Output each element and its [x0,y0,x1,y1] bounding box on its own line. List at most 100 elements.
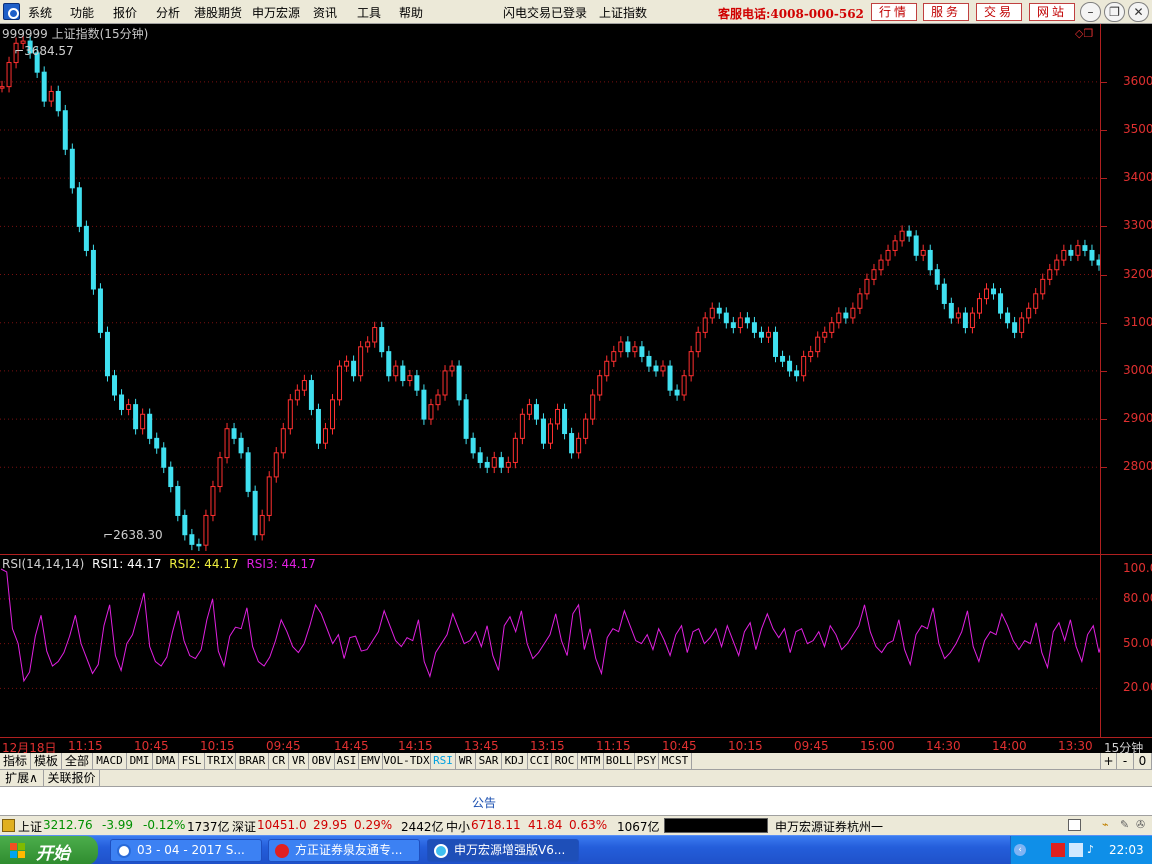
price-candle [69,148,75,189]
price-candle [133,404,139,430]
price-candle [245,452,251,492]
restore-icon[interactable]: ❐ [1104,2,1125,22]
price-candle [203,514,209,546]
task-window-3[interactable]: 申万宏源增强版V6... [427,839,579,862]
tray-expand-icon[interactable]: ‹ [1014,844,1026,856]
chart-title: 999999 上证指数(15分钟) [2,27,149,41]
related-quote-tab[interactable]: 关联报价 [44,770,100,787]
price-candle [477,452,483,463]
price-candle [885,249,891,261]
zoom-in-button[interactable]: + [1100,753,1117,770]
y-axis-tick [1101,322,1107,324]
indicator-tab-trix[interactable]: TRIX [205,753,236,770]
indicator-tab-boll[interactable]: BOLL [604,753,635,770]
market-button[interactable]: 行情 [871,3,917,21]
tray-volume-icon[interactable]: ♪ [1087,843,1101,857]
indicator-tab-asi[interactable]: ASI [335,753,359,770]
zx-amount: 1067亿 [617,820,660,834]
tab-template[interactable]: 模板 [31,753,62,770]
trade-button[interactable]: 交易 [976,3,1022,21]
tab-all[interactable]: 全部 [62,753,93,770]
menu-function[interactable]: 功能 [70,4,94,21]
price-candle [913,235,919,256]
price-candle [611,351,617,362]
close-icon[interactable]: ✕ [1128,2,1149,22]
zx-value: 6718.11 [471,818,521,832]
tray-app-icon[interactable] [1051,843,1065,857]
menu-system[interactable]: 系统 [28,4,52,21]
indicator-tab-cr[interactable]: CR [269,753,289,770]
menu-help[interactable]: 帮助 [399,4,423,21]
indicator-tab-vol-tdx[interactable]: VOL-TDX [383,753,431,770]
tab-indicator[interactable]: 指标 [0,753,31,770]
price-candle [583,418,589,439]
reset-button[interactable]: 0 [1134,753,1152,770]
x-axis-label: 10:45 [134,739,169,753]
y-axis-label: 3300 [1123,218,1152,233]
menu-tools[interactable]: 工具 [357,4,381,21]
indicator-tab-macd[interactable]: MACD [93,753,127,770]
price-candle [1089,249,1095,261]
high-marker: ⌐3684.57 [14,44,74,58]
expand-tab[interactable]: 扩展∧ [0,770,44,787]
indicator-tab-brar[interactable]: BRAR [236,753,269,770]
indicator-tab-dmi[interactable]: DMI [127,753,153,770]
chart-corner-icons[interactable]: ◇❐ [1075,27,1093,40]
task-window-1[interactable]: 03 - 04 - 2017 S... [110,839,262,862]
price-candle [519,413,525,439]
price-candle [498,457,504,468]
indicator-tab-mcst[interactable]: MCST [659,753,692,770]
app-logo-icon[interactable] [3,3,20,20]
indicator-tab-psy[interactable]: PSY [635,753,659,770]
service-button[interactable]: 服务 [923,3,969,21]
price-candle [154,437,160,449]
menu-quote[interactable]: 报价 [113,4,137,21]
indicator-tab-obv[interactable]: OBV [309,753,335,770]
indicator-tab-roc[interactable]: ROC [552,753,578,770]
indicator-tab-mtm[interactable]: MTM [578,753,604,770]
zoom-out-button[interactable]: - [1117,753,1134,770]
price-candle [372,327,378,343]
price-candle [97,288,103,333]
menu-hk-futures[interactable]: 港股期货 [194,4,242,21]
price-candle [976,298,982,314]
price-chart-panel[interactable] [0,24,1102,554]
price-candle [484,461,490,468]
status-bar: 上证 3212.76 -3.99 -0.12% 1737亿 深证 10451.0… [0,815,1152,835]
sh-amount: 1737亿 [187,820,230,834]
tools-icon[interactable]: ✎ [1120,818,1134,832]
status-lock-icon[interactable] [2,819,15,832]
menu-news[interactable]: 资讯 [313,4,337,21]
low-marker: ⌐2638.30 [103,528,163,542]
website-button[interactable]: 网站 [1029,3,1075,21]
indicator-tab-rsi[interactable]: RSI [431,753,456,770]
price-candle [119,394,125,410]
x-axis-label: 15:00 [860,739,895,753]
y-axis: 3600 3500 3400 3300 3200 3100 3000 2900 2800 100.… [1100,24,1152,737]
antenna-icon[interactable]: ⌁ [1102,818,1116,832]
rsi-axis-label: 20.00 [1123,680,1152,695]
indicator-tab-cci[interactable]: CCI [528,753,552,770]
menu-swhy[interactable]: 申万宏源 [252,4,300,21]
indicator-tab-vr[interactable]: VR [289,753,309,770]
price-candle [653,365,659,372]
indicator-tab-emv[interactable]: EMV [359,753,383,770]
indicator-tab-fsl[interactable]: FSL [179,753,205,770]
notice-label[interactable]: 公告 [472,794,496,811]
price-candle [407,375,413,382]
message-icon[interactable] [1068,819,1081,831]
minimize-icon[interactable]: – [1080,2,1101,22]
indicator-tab-wr[interactable]: WR [456,753,476,770]
rsi-panel[interactable] [0,555,1106,737]
y-axis-tick [1101,370,1107,372]
indicator-tab-kdj[interactable]: KDJ [502,753,528,770]
tray-network-icon[interactable] [1069,843,1083,857]
indicator-tab-dma[interactable]: DMA [153,753,179,770]
indicator-tab-sar[interactable]: SAR [476,753,502,770]
task-window-2[interactable]: 方正证券泉友通专... [268,839,420,862]
start-button[interactable]: 开始 [0,836,98,864]
price-candle [625,341,631,353]
windows-flag-icon [10,843,25,858]
settings-icon[interactable]: ✇ [1136,818,1150,832]
menu-analysis[interactable]: 分析 [156,4,180,21]
